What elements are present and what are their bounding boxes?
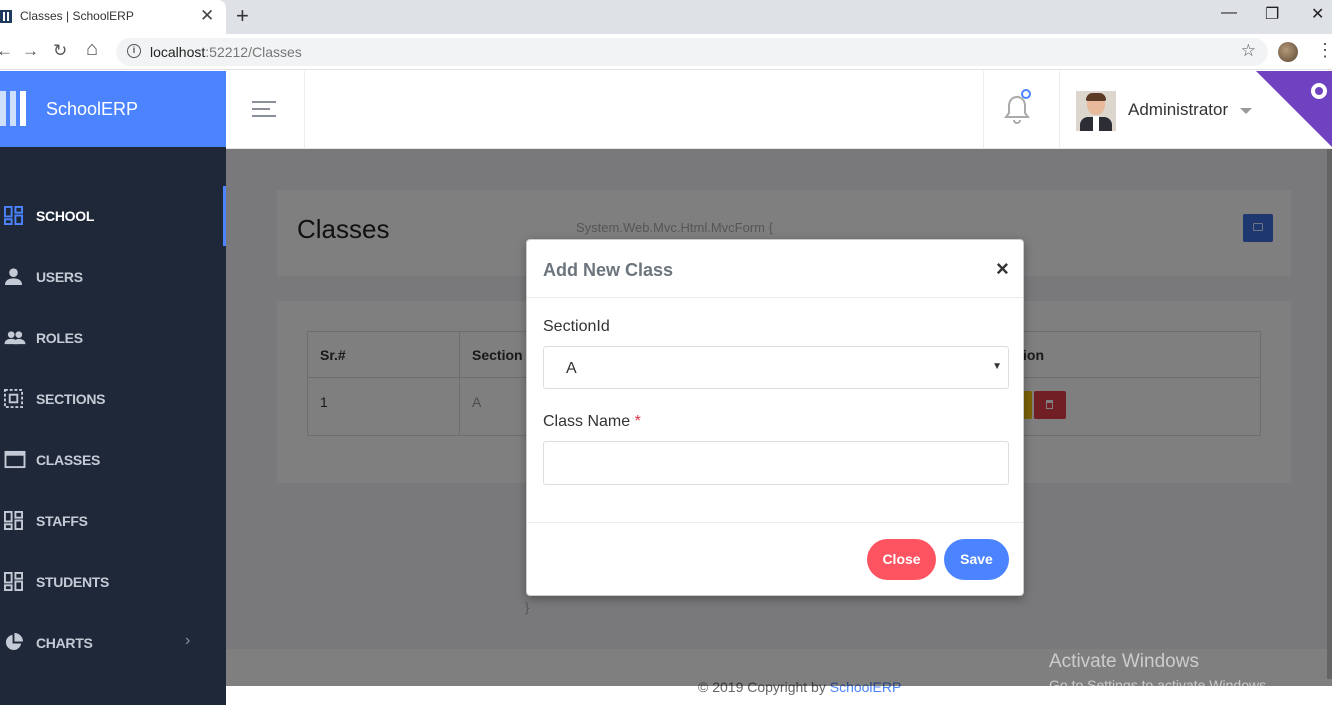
restore-icon[interactable]: ❐ <box>1265 4 1279 24</box>
sidebar-item-roles[interactable]: ROLES <box>0 308 226 368</box>
add-class-modal: Add New Class × SectionId A ▼ Class Name… <box>526 239 1024 596</box>
group-icon <box>4 331 26 345</box>
modal-close-icon[interactable]: × <box>996 256 1009 282</box>
new-tab-icon[interactable]: + <box>236 3 249 29</box>
dashboard-icon <box>4 511 23 530</box>
section-select[interactable]: A ▼ <box>543 346 1009 389</box>
home-icon[interactable]: ⌂ <box>86 38 98 61</box>
address-bar[interactable]: i localhost:52212/Classes ☆ <box>116 38 1268 66</box>
close-button[interactable]: Close <box>867 539 936 580</box>
browser-tab-strip: Classes | SchoolERP ✕ + — ❐ ✕ <box>0 0 1332 34</box>
window-close-icon[interactable]: ✕ <box>1311 4 1324 24</box>
header-divider <box>304 71 305 149</box>
notification-dot <box>1021 89 1031 99</box>
sidebar-item-students[interactable]: STUDENTS <box>0 552 226 612</box>
caret-down-icon[interactable] <box>1240 108 1252 114</box>
back-icon[interactable]: ← <box>0 41 13 61</box>
brand-logo-icon <box>0 91 32 126</box>
bookmark-star-icon[interactable]: ☆ <box>1241 41 1256 61</box>
brand-name: SchoolERP <box>46 99 139 119</box>
favicon-icon <box>0 10 12 23</box>
sidebar-item-label: CHARTS <box>36 635 93 651</box>
required-mark: * <box>634 413 641 430</box>
tab-title: Classes | SchoolERP <box>20 9 134 23</box>
sidebar-item-classes[interactable]: CLASSES <box>0 430 226 490</box>
sidebar-item-label: STUDENTS <box>36 574 110 590</box>
header-divider <box>983 71 984 149</box>
sidebar-item-label: STAFFS <box>36 513 88 529</box>
watermark-subtitle: Go to Settings to activate Windows. <box>1049 677 1270 693</box>
reload-icon[interactable]: ↻ <box>53 41 67 61</box>
brand-bar[interactable]: SchoolERP <box>0 71 226 147</box>
modal-header: Add New Class × <box>527 240 1023 298</box>
sidebar-item-staffs[interactable]: STAFFS <box>0 491 226 551</box>
sidebar-item-label: SCHOOL <box>36 208 95 224</box>
class-name-label: Class Name * <box>543 413 641 431</box>
window-icon <box>4 450 26 469</box>
browser-toolbar: ← → ↻ ⌂ i localhost:52212/Classes ☆ ⋮ <box>0 34 1332 70</box>
sidebar-item-label: CLASSES <box>36 452 101 468</box>
url-host: localhost <box>150 44 206 60</box>
minimize-icon[interactable]: — <box>1221 4 1237 22</box>
menu-toggle-icon[interactable] <box>252 101 276 117</box>
select-icon <box>4 389 23 408</box>
top-header: Administrator <box>226 71 1332 149</box>
sidebar-item-charts[interactable]: CHARTS › <box>0 613 226 673</box>
url-path: :52212/Classes <box>205 44 302 60</box>
pie-chart-icon <box>5 633 23 651</box>
class-name-label-text: Class Name <box>543 413 631 430</box>
url-text: localhost:52212/Classes <box>150 44 302 60</box>
chevron-right-icon: › <box>185 632 191 649</box>
dropdown-arrow-icon: ▼ <box>992 361 1002 372</box>
sidebar-item-label: ROLES <box>36 330 83 346</box>
section-select-value: A <box>566 360 577 377</box>
sidebar-item-users[interactable]: USERS <box>0 247 226 307</box>
tab-close-icon[interactable]: ✕ <box>200 6 214 26</box>
header-divider <box>1059 71 1060 149</box>
profile-avatar[interactable] <box>1278 42 1298 62</box>
activation-watermark: Activate Windows Go to Settings to activ… <box>1049 651 1270 693</box>
sidebar-item-label: SECTIONS <box>36 391 106 407</box>
watermark-title: Activate Windows <box>1049 651 1199 672</box>
site-info-icon[interactable]: i <box>127 44 141 58</box>
sidebar-item-sections[interactable]: SECTIONS <box>0 369 226 429</box>
avatar[interactable] <box>1076 91 1116 131</box>
class-name-input[interactable] <box>543 441 1009 485</box>
dashboard-icon <box>4 572 23 591</box>
sidebar-item-label: USERS <box>36 269 83 285</box>
browser-tab[interactable]: Classes | SchoolERP ✕ <box>0 0 226 34</box>
sidebar: SCHOOL USERS ROLES SECTIONS CLASSES STAF… <box>0 147 226 705</box>
user-icon <box>4 268 23 286</box>
sidebar-item-school[interactable]: SCHOOL <box>0 186 226 246</box>
save-button[interactable]: Save <box>944 539 1009 580</box>
forward-icon[interactable]: → <box>22 41 39 61</box>
section-label: SectionId <box>543 318 610 335</box>
github-corner-icon[interactable] <box>1256 71 1332 147</box>
modal-title: Add New Class <box>543 260 674 280</box>
browser-menu-icon[interactable]: ⋮ <box>1316 40 1332 61</box>
user-name[interactable]: Administrator <box>1128 100 1228 120</box>
modal-footer-divider <box>527 522 1023 523</box>
dashboard-icon <box>4 206 23 225</box>
